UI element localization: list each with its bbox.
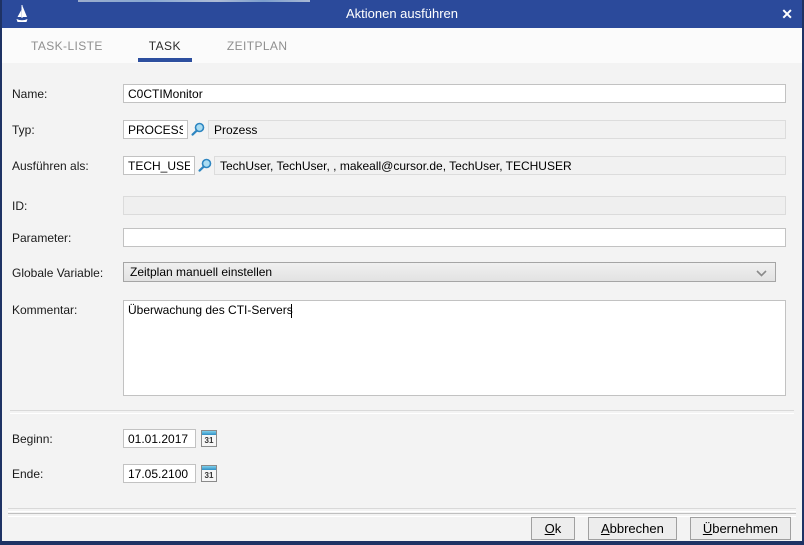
section-divider	[10, 410, 794, 414]
run-as-code-input[interactable]	[123, 156, 195, 175]
typ-description: Prozess	[208, 120, 786, 139]
end-date-input[interactable]	[123, 464, 196, 483]
id-label: ID:	[12, 199, 27, 213]
footer-groove-line	[8, 508, 796, 512]
calendar-icon-day: 31	[202, 470, 216, 481]
typ-code-input[interactable]	[123, 120, 188, 139]
chevron-down-icon	[756, 270, 767, 277]
ok-button[interactable]: Ok	[531, 517, 575, 540]
global-variable-selected: Zeitplan manuell einstellen	[130, 265, 272, 279]
end-calendar-icon[interactable]: 31	[201, 465, 217, 482]
comment-label: Kommentar:	[12, 303, 77, 317]
background-window-edge	[78, 0, 310, 2]
close-icon[interactable]: ✕	[781, 5, 793, 23]
title-bar[interactable]: Aktionen ausführen ✕	[0, 0, 804, 28]
run-as-label: Ausführen als:	[12, 159, 89, 173]
begin-label: Beginn:	[12, 432, 53, 446]
name-label: Name:	[12, 87, 47, 101]
begin-date-input[interactable]	[123, 429, 196, 448]
text-caret	[291, 304, 292, 318]
tab-task[interactable]: TASK	[138, 28, 192, 63]
calendar-icon-day: 31	[202, 435, 216, 446]
window-border-left	[0, 0, 2, 545]
tab-task-liste[interactable]: TASK-LISTE	[20, 28, 114, 63]
button-bar: Ok Abbrechen Übernehmen	[531, 517, 791, 540]
parameter-label: Parameter:	[12, 231, 71, 245]
id-input	[123, 196, 786, 215]
name-input[interactable]	[123, 84, 786, 103]
aktionen-ausfuehren-dialog: Aktionen ausführen ✕ TASK-LISTE TASK ZEI…	[0, 0, 804, 545]
global-variable-dropdown[interactable]: Zeitplan manuell einstellen	[123, 262, 776, 282]
tab-zeitplan[interactable]: ZEITPLAN	[216, 28, 299, 63]
global-variable-label: Globale Variable:	[12, 266, 103, 280]
run-as-lookup-magnifier-icon[interactable]	[198, 158, 212, 172]
comment-textarea[interactable]: Überwachung des CTI-Servers	[123, 300, 786, 396]
comment-container: Überwachung des CTI-Servers	[123, 300, 786, 396]
window-title: Aktionen ausführen	[0, 6, 804, 21]
parameter-input[interactable]	[123, 228, 786, 247]
tab-bar: TASK-LISTE TASK ZEITPLAN	[0, 28, 802, 63]
typ-lookup-magnifier-icon[interactable]	[191, 122, 205, 136]
cancel-button[interactable]: Abbrechen	[588, 517, 677, 540]
typ-label: Typ:	[12, 123, 35, 137]
apply-button[interactable]: Übernehmen	[690, 517, 791, 540]
begin-calendar-icon[interactable]: 31	[201, 430, 217, 447]
end-label: Ende:	[12, 467, 43, 481]
run-as-description: TechUser, TechUser, , makeall@cursor.de,…	[214, 156, 786, 175]
window-border-bottom	[0, 541, 804, 545]
